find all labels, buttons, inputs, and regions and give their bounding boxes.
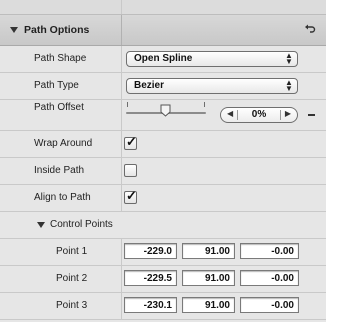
inside-path-label: Inside Path: [34, 165, 85, 176]
control-points-label: Control Points: [50, 219, 113, 230]
row-wrap-around: Wrap Around ✓: [0, 131, 326, 158]
point-z-field[interactable]: -0.00: [240, 297, 299, 313]
point-z-field[interactable]: -0.00: [240, 243, 299, 259]
increment-arrow-icon[interactable]: ▶: [285, 109, 291, 118]
path-shape-popup[interactable]: Open Spline ▲ ▼: [126, 51, 298, 67]
decrement-arrow-icon[interactable]: ◀: [227, 109, 233, 118]
point-z-field[interactable]: -0.00: [240, 270, 299, 286]
column-divider: [121, 266, 122, 292]
path-type-popup[interactable]: Bezier ▲ ▼: [126, 78, 298, 94]
reset-arrow-icon[interactable]: [304, 23, 316, 35]
inspector-panel: Path Options Path Shape Open Spline ▲ ▼ P…: [0, 0, 338, 322]
column-divider: [121, 46, 122, 72]
row-path-offset: Path Offset ◀ 0% ▶: [0, 100, 326, 131]
control-point-row: Point 2 -229.5 91.00 -0.00: [0, 266, 326, 293]
point-x-field[interactable]: -230.1: [124, 297, 177, 313]
popup-arrows-icon: ▲ ▼: [285, 51, 293, 66]
stepper-divider: [280, 110, 281, 120]
column-divider: [121, 15, 122, 45]
minus-icon[interactable]: [308, 114, 315, 116]
point-y-field[interactable]: 91.00: [182, 243, 235, 259]
row-align-to-path: Align to Path ✓: [0, 185, 326, 212]
stepper-divider: [237, 110, 238, 120]
column-divider: [121, 158, 122, 184]
column-divider: [121, 0, 122, 14]
point-label: Point 3: [56, 300, 88, 311]
path-shape-label: Path Shape: [34, 53, 87, 64]
section-title: Path Options: [24, 24, 90, 36]
checkmark-icon: ✓: [126, 134, 137, 149]
column-divider: [121, 185, 122, 211]
column-divider: [121, 73, 122, 99]
point-y-field[interactable]: 91.00: [182, 270, 235, 286]
slider-tick-min: [127, 102, 128, 107]
align-to-path-label: Align to Path: [34, 192, 91, 203]
popup-arrows-icon: ▲ ▼: [285, 78, 293, 93]
previous-row-strip: [0, 0, 326, 15]
column-divider: [121, 293, 122, 319]
slider-tick-max: [204, 102, 205, 107]
disclosure-triangle-icon[interactable]: [37, 222, 45, 228]
inside-path-checkbox[interactable]: [124, 164, 137, 177]
row-path-type: Path Type Bezier ▲ ▼: [0, 73, 326, 100]
control-point-row: Point 3 -230.1 91.00 -0.00: [0, 293, 326, 320]
row-path-shape: Path Shape Open Spline ▲ ▼: [0, 46, 326, 73]
path-type-label: Path Type: [34, 80, 79, 91]
column-divider: [121, 100, 122, 130]
path-shape-value: Open Spline: [134, 53, 193, 64]
column-divider: [121, 131, 122, 157]
wrap-around-label: Wrap Around: [34, 138, 93, 149]
path-offset-slider-knob[interactable]: [160, 104, 171, 117]
align-to-path-checkbox[interactable]: ✓: [124, 188, 137, 204]
point-y-field[interactable]: 91.00: [182, 297, 235, 313]
point-label: Point 1: [56, 246, 88, 257]
path-type-value: Bezier: [134, 80, 165, 91]
disclosure-triangle-icon[interactable]: [10, 27, 18, 33]
path-options-header[interactable]: Path Options: [0, 15, 326, 46]
point-x-field[interactable]: -229.0: [124, 243, 177, 259]
checkmark-icon: ✓: [126, 188, 137, 203]
point-x-field[interactable]: -229.5: [124, 270, 177, 286]
point-label: Point 2: [56, 273, 88, 284]
path-offset-label: Path Offset: [34, 102, 84, 113]
path-offset-value[interactable]: 0%: [239, 109, 279, 120]
row-inside-path: Inside Path: [0, 158, 326, 185]
column-divider: [121, 239, 122, 265]
control-points-group-header[interactable]: Control Points: [0, 212, 326, 239]
wrap-around-checkbox[interactable]: ✓: [124, 134, 137, 150]
panel-edge: [326, 0, 338, 322]
path-offset-stepper[interactable]: ◀ 0% ▶: [220, 107, 298, 123]
control-point-row: Point 1 -229.0 91.00 -0.00: [0, 239, 326, 266]
